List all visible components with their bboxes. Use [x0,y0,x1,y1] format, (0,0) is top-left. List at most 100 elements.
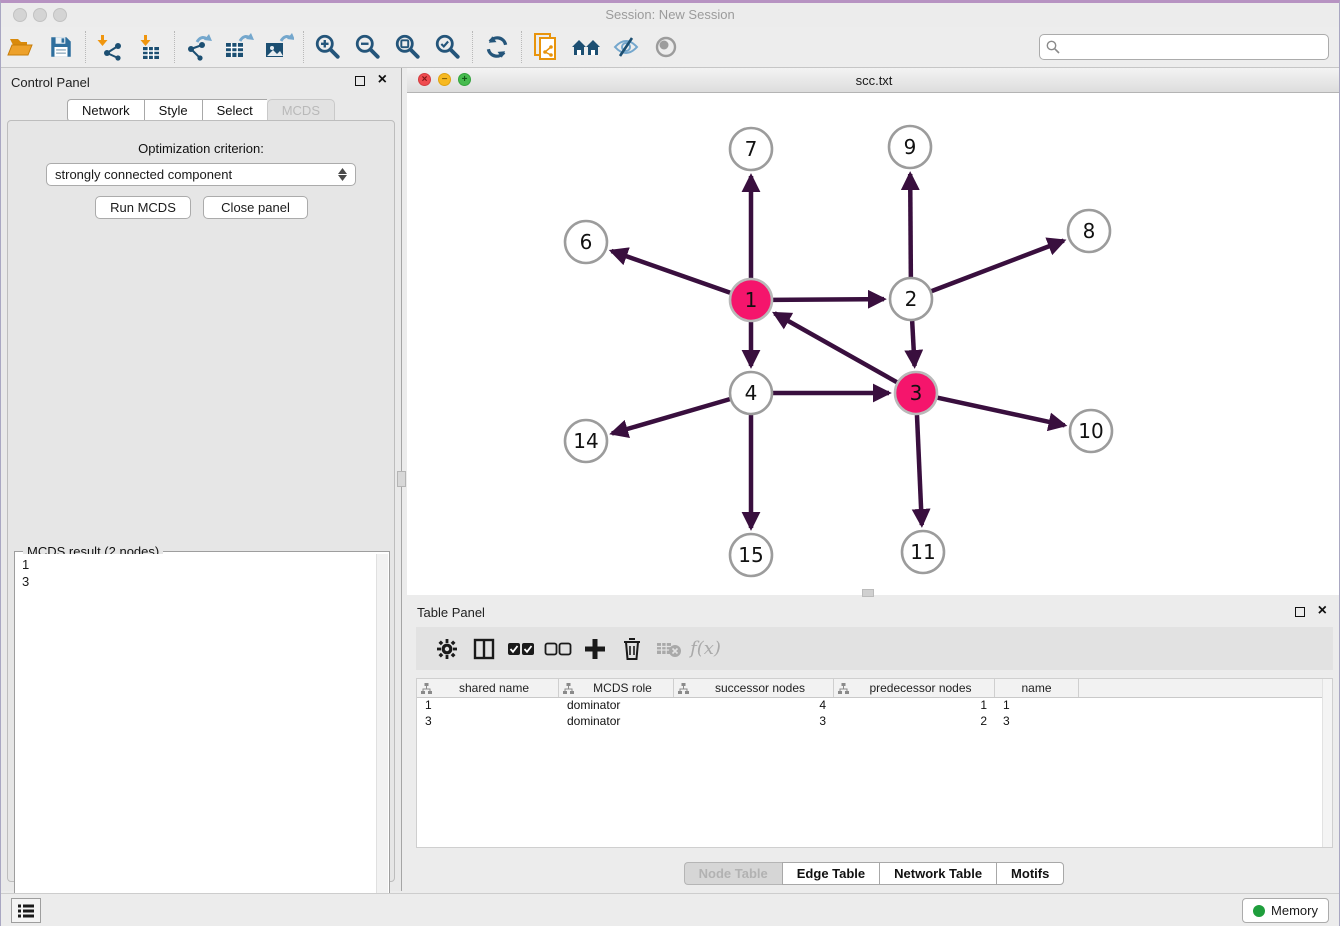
table-cell[interactable]: 1 [417,698,559,714]
graph-node-10[interactable]: 10 [1070,410,1112,452]
toolbar-separator [85,31,86,63]
table-row[interactable]: 1dominator411 [417,698,1332,714]
zoom-selected-icon[interactable] [428,30,468,64]
export-network-icon[interactable] [179,30,219,64]
graph-edge-4-14[interactable] [612,399,730,433]
search-input[interactable] [1065,40,1322,55]
show-columns-icon[interactable] [465,634,502,664]
task-history-button[interactable] [11,898,41,923]
column-header-shared-name[interactable]: shared name [417,679,559,697]
home-layout-icon[interactable] [566,30,606,64]
column-header-name[interactable]: name [995,679,1079,697]
save-session-icon[interactable] [41,30,81,64]
table-settings-gear-icon[interactable] [428,634,465,664]
select-all-columns-icon[interactable] [502,634,539,664]
graph-node-2[interactable]: 2 [890,278,932,320]
graph-edge-2-8[interactable] [932,241,1064,292]
table-cell[interactable]: dominator [559,698,674,714]
graph-node-15[interactable]: 15 [730,534,772,576]
node-table: shared nameMCDS rolesuccessor nodesprede… [416,678,1333,848]
close-panel-button[interactable]: Close panel [203,196,308,219]
toolbar-separator [521,31,522,63]
close-panel-icon[interactable]: × [378,72,387,88]
zoom-fit-icon[interactable] [388,30,428,64]
column-header-MCDS-role[interactable]: MCDS role [559,679,674,697]
svg-text:10: 10 [1078,419,1103,443]
table-cell[interactable]: 1 [995,698,1079,714]
svg-text:11: 11 [910,540,935,564]
table-header-row: shared nameMCDS rolesuccessor nodesprede… [417,679,1332,698]
tab-style[interactable]: Style [144,99,202,122]
network-titlebar[interactable]: × − + scc.txt [407,68,1340,93]
svg-text:1: 1 [745,288,758,312]
table-cell[interactable]: 4 [674,698,834,714]
table-close-panel-icon[interactable]: × [1318,603,1327,619]
panel-splitter-grip[interactable] [397,471,406,487]
graph-node-11[interactable]: 11 [902,531,944,573]
open-session-icon[interactable] [1,30,41,64]
tab-edge-table[interactable]: Edge Table [782,862,879,885]
import-table-icon[interactable] [130,30,170,64]
search-box[interactable] [1039,34,1329,60]
graph-node-7[interactable]: 7 [730,128,772,170]
graph-node-14[interactable]: 14 [565,420,607,462]
table-float-panel-icon[interactable] [1295,607,1305,617]
graph-node-1[interactable]: 1 [730,279,772,321]
graph-node-4[interactable]: 4 [730,372,772,414]
float-panel-icon[interactable] [355,76,365,86]
graph-edge-1-2[interactable] [773,299,884,300]
table-scrollbar[interactable] [1322,679,1332,847]
network-window: × − + scc.txt 1 2 3 4 6 7 8 9 10 11 14 15 [407,68,1340,595]
tab-network-table[interactable]: Network Table [879,862,996,885]
zoom-in-icon[interactable] [308,30,348,64]
table-row[interactable]: 3dominator323 [417,714,1332,730]
create-column-plus-icon[interactable] [576,634,613,664]
toolbar-separator [174,31,175,63]
graph-node-9[interactable]: 9 [889,126,931,168]
network-title: scc.txt [407,73,1340,88]
horizontal-splitter-grip[interactable] [862,589,874,597]
table-cell[interactable]: dominator [559,714,674,730]
network-graph[interactable]: 1 2 3 4 6 7 8 9 10 11 14 15 [407,93,1337,595]
copy-network-icon[interactable] [526,30,566,64]
graph-edge-3-10[interactable] [937,398,1064,426]
table-cell[interactable]: 1 [834,698,995,714]
import-network-icon[interactable] [90,30,130,64]
graph-edge-1-6[interactable] [611,251,730,293]
criterion-dropdown[interactable]: strongly connected component [46,163,356,186]
graph-node-6[interactable]: 6 [565,221,607,263]
graph-node-3[interactable]: 3 [895,372,937,414]
refresh-icon[interactable] [477,30,517,64]
hide-panel-eye-icon[interactable] [606,30,646,64]
network-canvas[interactable]: 1 2 3 4 6 7 8 9 10 11 14 15 [407,93,1337,595]
column-header-successor-nodes[interactable]: successor nodes [674,679,834,697]
tab-mcds[interactable]: MCDS [267,99,335,122]
zoom-out-icon[interactable] [348,30,388,64]
deselect-all-columns-icon[interactable] [539,634,576,664]
graph-edge-2-9[interactable] [910,174,911,277]
mcds-result-text[interactable]: 1 3 [16,554,375,926]
graph-node-8[interactable]: 8 [1068,210,1110,252]
memory-button[interactable]: Memory [1242,898,1329,923]
export-table-icon[interactable] [219,30,259,64]
mcds-result-group: MCDS result (2 nodes) 1 3 [14,551,390,926]
run-mcds-button[interactable]: Run MCDS [95,196,191,219]
tab-node-table[interactable]: Node Table [684,862,782,885]
graph-edge-3-1[interactable] [775,313,897,382]
tab-motifs[interactable]: Motifs [996,862,1064,885]
graph-edge-2-3[interactable] [912,321,914,366]
column-header-predecessor-nodes[interactable]: predecessor nodes [834,679,995,697]
table-cell[interactable]: 2 [834,714,995,730]
graph-edge-3-11[interactable] [917,415,922,525]
search-icon [1046,40,1060,54]
tab-select[interactable]: Select [202,99,267,122]
optimization-criterion-label: Optimization criterion: [8,141,394,156]
table-cell[interactable]: 3 [674,714,834,730]
table-cell[interactable]: 3 [417,714,559,730]
table-cell[interactable]: 3 [995,714,1079,730]
result-scrollbar[interactable] [376,554,388,926]
memory-status-dot [1253,905,1265,917]
delete-column-trash-icon[interactable] [613,634,650,664]
export-image-icon[interactable] [259,30,299,64]
tab-network[interactable]: Network [67,99,144,122]
